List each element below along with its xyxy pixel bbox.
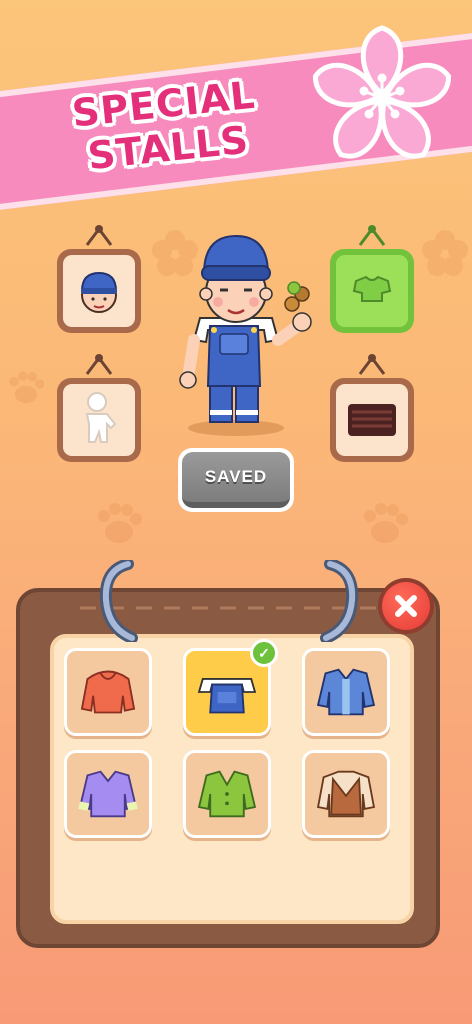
frame-top-clothing[interactable] bbox=[330, 225, 414, 333]
vest-icon bbox=[316, 770, 376, 818]
jacket-icon bbox=[78, 770, 138, 818]
character-avatar bbox=[179, 234, 312, 436]
cherry-blossom-icon bbox=[312, 25, 452, 159]
binder-ring-left bbox=[99, 560, 138, 642]
close-icon bbox=[395, 595, 417, 617]
paw-decoration bbox=[364, 503, 408, 543]
hoodie-icon bbox=[80, 670, 136, 714]
paw-decoration bbox=[98, 503, 142, 543]
head-portrait-icon bbox=[80, 271, 118, 313]
wardrobe-item-red-hoodie[interactable] bbox=[64, 648, 152, 736]
frame-body-silhouette[interactable] bbox=[57, 354, 141, 462]
selected-check-icon: ✓ bbox=[250, 639, 278, 667]
hook-icon bbox=[85, 225, 113, 246]
snack-icon bbox=[284, 281, 310, 312]
jacket-icon bbox=[316, 668, 376, 716]
frame-head-portrait[interactable] bbox=[57, 225, 141, 333]
hook-icon bbox=[358, 225, 386, 246]
wardrobe-item-blue-overalls[interactable]: ✓ bbox=[183, 639, 278, 736]
close-button[interactable] bbox=[378, 578, 434, 634]
body-silhouette-icon bbox=[85, 392, 117, 443]
wardrobe-item-green-cardigan[interactable] bbox=[183, 750, 271, 838]
wardrobe-item-brown-vest[interactable] bbox=[302, 750, 390, 838]
saved-button[interactable]: SAVED bbox=[178, 448, 294, 512]
crop-top-icon bbox=[352, 275, 392, 302]
wardrobe-item-denim-jacket[interactable] bbox=[302, 648, 390, 736]
frame-stall-item[interactable] bbox=[330, 354, 414, 462]
binder-ring-right bbox=[320, 560, 359, 642]
saved-button-label: SAVED bbox=[182, 452, 290, 508]
wardrobe-item-purple-jacket[interactable] bbox=[64, 750, 152, 838]
cardigan-icon bbox=[197, 770, 257, 818]
flower-decoration bbox=[422, 230, 468, 276]
grill-icon bbox=[348, 404, 396, 436]
hook-icon bbox=[85, 354, 113, 375]
paw-decoration bbox=[9, 371, 45, 404]
hook-icon bbox=[358, 354, 386, 375]
